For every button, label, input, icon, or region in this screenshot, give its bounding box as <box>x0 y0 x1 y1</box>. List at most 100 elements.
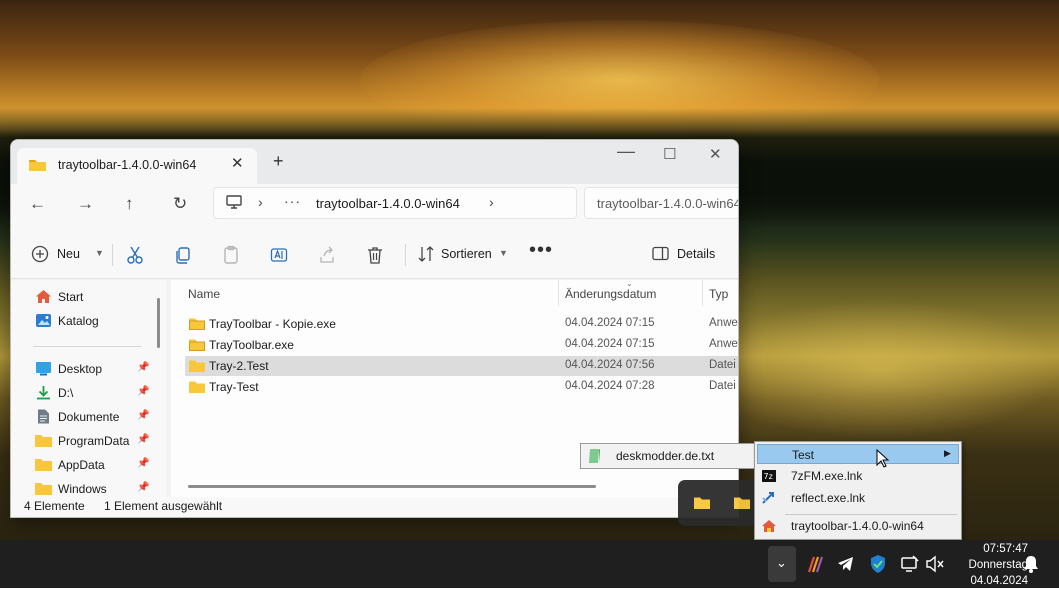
maximize-button[interactable]: ☐ <box>663 145 676 163</box>
clock-time: 07:57:47 <box>983 543 1028 555</box>
nav-label: D:\ <box>58 386 74 400</box>
file-row-selected[interactable]: Tray-2.Test 04.04.2024 07:56 Datei <box>185 356 738 376</box>
menu-item-7zfm[interactable]: 7z 7zFM.exe.lnk <box>757 466 959 486</box>
copy-icon[interactable] <box>174 245 192 265</box>
nav-item-dokumente[interactable]: Dokumente 📌 <box>35 408 155 428</box>
up-button[interactable]: ↑ <box>125 194 134 214</box>
pin-icon[interactable]: 📌 <box>137 362 149 373</box>
nav-item-appdata[interactable]: AppData 📌 <box>35 456 155 476</box>
show-hidden-icons-button[interactable]: ⌄ <box>768 546 796 582</box>
close-window-button[interactable]: ✕ <box>709 145 722 163</box>
pin-icon[interactable]: 📌 <box>137 386 149 397</box>
file-row[interactable]: Tray-Test 04.04.2024 07:28 Datei <box>185 377 738 397</box>
column-header-name[interactable]: Name <box>188 287 220 301</box>
reflect-icon <box>762 492 774 504</box>
close-tab-icon[interactable]: ✕ <box>231 154 244 172</box>
pin-icon[interactable]: 📌 <box>137 458 149 469</box>
nav-item-katalog[interactable]: Katalog <box>35 312 155 332</box>
clock-day: Donnerstag <box>968 559 1028 571</box>
folder-icon[interactable] <box>694 496 710 509</box>
file-row[interactable]: TrayToolbar - Kopie.exe 04.04.2024 07:15… <box>185 314 738 334</box>
gallery-icon <box>36 314 51 327</box>
sort-icon <box>418 246 434 262</box>
nav-label: AppData <box>58 458 105 472</box>
address-row: ← → ↑ ↻ › ··· traytoolbar-1.4.0.0-win64 … <box>11 184 738 232</box>
folder-icon <box>35 459 52 471</box>
toolbar-divider <box>112 244 113 266</box>
address-bar[interactable]: › ··· traytoolbar-1.4.0.0-win64 › <box>213 187 577 219</box>
column-header-type[interactable]: Typ <box>709 287 728 301</box>
paste-icon[interactable] <box>222 245 240 265</box>
folder-icon[interactable] <box>734 496 750 509</box>
minimize-button[interactable]: — <box>617 141 635 162</box>
lake-reflection <box>700 300 1059 440</box>
notepad-icon <box>589 449 600 463</box>
nav-item-start[interactable]: Start <box>35 288 155 308</box>
nav-label: Desktop <box>58 362 103 376</box>
tray-overflow-flyout <box>678 480 756 526</box>
column-header-date[interactable]: Änderungsdatum <box>565 287 656 301</box>
search-input[interactable]: traytoolbar-1.4.0.0-win64 <box>584 187 739 219</box>
nav-scrollbar[interactable] <box>157 298 160 348</box>
horizontal-scrollbar[interactable] <box>188 485 596 488</box>
nav-item-windows[interactable]: Windows 📌 <box>35 480 155 497</box>
nav-item-programdata[interactable]: ProgramData 📌 <box>35 432 155 452</box>
sort-label: Sortieren <box>441 247 492 261</box>
rename-icon[interactable] <box>270 245 288 265</box>
search-placeholder: traytoolbar-1.4.0.0-win64 <box>597 196 739 211</box>
sort-button[interactable]: Sortieren ▼ <box>417 245 517 265</box>
nav-item-desktop[interactable]: Desktop 📌 <box>35 360 155 380</box>
toolbar-divider <box>405 244 406 266</box>
clock-date: 04.04.2024 <box>970 575 1028 587</box>
back-button[interactable]: ← <box>29 194 46 214</box>
menu-item-label: 7zFM.exe.lnk <box>791 469 863 483</box>
file-type: Anwe <box>709 338 738 350</box>
file-name: Tray-Test <box>209 380 259 394</box>
status-bar: 4 Elemente 1 Element ausgewählt <box>11 497 738 517</box>
more-crumbs-icon[interactable]: ··· <box>284 193 301 209</box>
breadcrumb[interactable]: traytoolbar-1.4.0.0-win64 <box>316 196 460 211</box>
color-picker-icon[interactable] <box>805 554 825 574</box>
folder-icon <box>29 160 46 171</box>
pin-icon[interactable]: 📌 <box>137 434 149 445</box>
file-row[interactable]: TrayToolbar.exe 04.04.2024 07:15 Anwe <box>185 335 738 355</box>
notification-bell-icon[interactable] <box>1022 554 1040 574</box>
chevron-right-icon[interactable]: › <box>489 194 494 210</box>
cut-icon[interactable] <box>126 245 144 265</box>
system-clock[interactable]: 07:57:47 Donnerstag 04.04.2024 <box>946 541 1028 589</box>
new-button[interactable]: Neu ▼ <box>31 245 104 265</box>
column-divider[interactable] <box>702 280 703 306</box>
context-menu: Test ▶ 7z 7zFM.exe.lnk reflect.exe.lnk t… <box>754 441 962 540</box>
explorer-tab[interactable]: traytoolbar-1.4.0.0-win64 ✕ <box>17 148 257 184</box>
volume-muted-icon[interactable] <box>925 554 945 574</box>
telegram-icon[interactable] <box>836 554 856 574</box>
chevron-right-icon: › <box>258 194 263 210</box>
menu-item-reflect[interactable]: reflect.exe.lnk <box>757 488 959 508</box>
title-bar: traytoolbar-1.4.0.0-win64 ✕ + — ☐ ✕ <box>11 140 738 184</box>
nav-item-d-drive[interactable]: D:\ 📌 <box>35 384 155 404</box>
security-shield-icon[interactable] <box>868 554 888 574</box>
column-divider[interactable] <box>558 280 559 306</box>
share-icon[interactable] <box>318 245 336 265</box>
file-popup-item[interactable]: deskmodder.de.txt <box>580 443 758 469</box>
more-options-icon[interactable]: ••• <box>529 239 553 261</box>
network-icon[interactable] <box>900 554 920 574</box>
menu-item-label: reflect.exe.lnk <box>791 491 866 505</box>
new-tab-button[interactable]: + <box>273 151 284 172</box>
documents-icon <box>38 409 49 424</box>
pin-icon[interactable]: 📌 <box>137 410 149 421</box>
file-date: 04.04.2024 07:56 <box>565 359 655 371</box>
command-bar: Neu ▼ Sortieren ▼ ••• Details <box>11 232 738 279</box>
forward-button[interactable]: → <box>77 194 94 214</box>
file-type: Anwe <box>709 317 738 329</box>
delete-icon[interactable] <box>366 245 384 265</box>
refresh-button[interactable]: ↻ <box>173 194 187 214</box>
details-pane-button[interactable]: Details <box>652 245 732 265</box>
file-popup-label: deskmodder.de.txt <box>616 449 715 463</box>
selection-count: 1 Element ausgewählt <box>104 499 223 513</box>
tab-title: traytoolbar-1.4.0.0-win64 <box>58 158 197 172</box>
pin-icon[interactable]: 📌 <box>137 482 149 493</box>
menu-item-traytoolbar[interactable]: traytoolbar-1.4.0.0-win64 <box>757 516 959 536</box>
folder-icon <box>35 435 52 447</box>
menu-item-test[interactable]: Test ▶ <box>757 444 959 464</box>
